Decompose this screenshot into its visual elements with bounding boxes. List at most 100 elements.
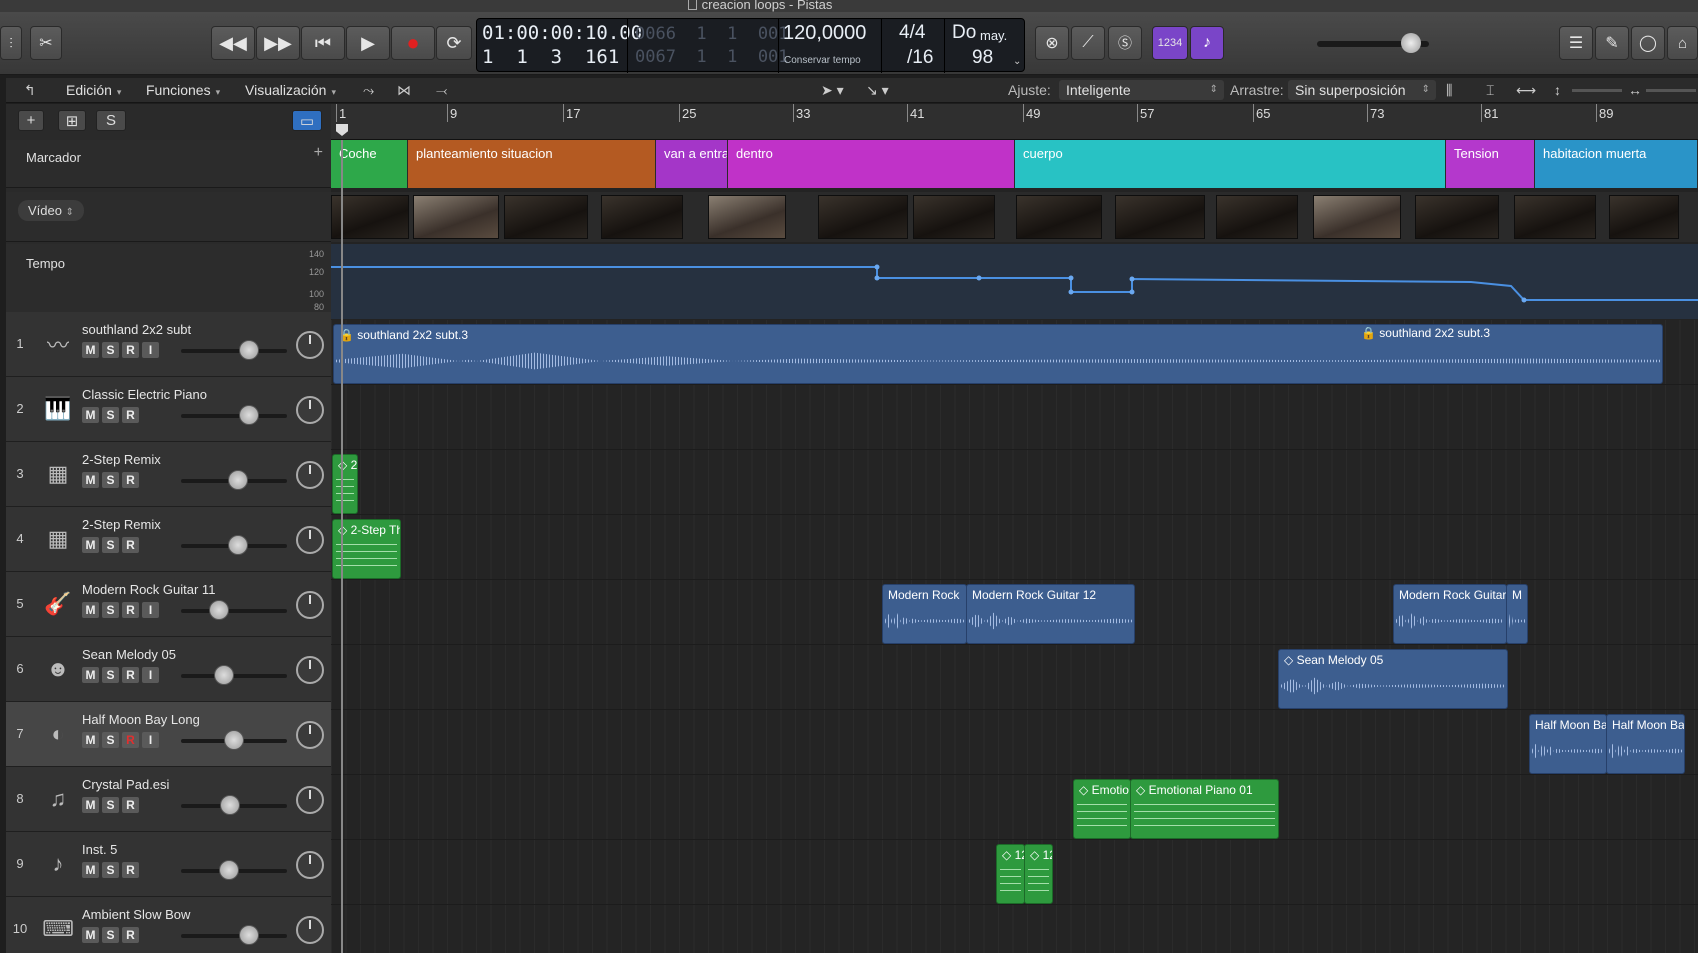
- pan-knob[interactable]: [296, 591, 324, 619]
- record-button[interactable]: ●: [391, 26, 435, 60]
- track-header[interactable]: 2 🎹 Classic Electric Piano M S R: [6, 377, 331, 442]
- track-header[interactable]: 1 〰 southland 2x2 subt M S R I: [6, 312, 331, 377]
- back-arrow-icon[interactable]: ↰: [24, 80, 36, 100]
- track-volume-slider[interactable]: [181, 860, 287, 880]
- midi-region[interactable]: ◇ Emotional Piano 01: [1130, 779, 1279, 839]
- flex-icon[interactable]: ⋈: [397, 80, 411, 100]
- secondary-tool-icon[interactable]: ↘ ▾: [866, 80, 889, 100]
- electric-guitar-icon[interactable]: 🎸: [41, 587, 75, 621]
- video-select[interactable]: Vídeo ⇕: [18, 200, 84, 221]
- pointer-tool-icon[interactable]: ➤ ▾: [821, 80, 844, 100]
- marker[interactable]: dentro: [728, 140, 1014, 188]
- track-mute-button[interactable]: M: [82, 927, 99, 943]
- audio-region[interactable]: Modern Rock Guitar: [1393, 584, 1507, 644]
- master-volume-slider[interactable]: [1317, 33, 1429, 53]
- volume-knob[interactable]: [228, 470, 248, 490]
- midi-region[interactable]: ◇ Emotio: [1073, 779, 1131, 839]
- bar-ruler[interactable]: 1 9 17 25 33 41 49 57 65 73 81 89: [331, 104, 1698, 140]
- add-marker-icon[interactable]: +: [314, 144, 323, 162]
- new-track-icon[interactable]: ⊞: [58, 110, 86, 131]
- vertical-zoom-slider[interactable]: [1572, 89, 1622, 92]
- metronome-icon[interactable]: ♪: [1190, 26, 1224, 60]
- track-header[interactable]: 9 ♪ Inst. 5 MSR: [6, 832, 331, 897]
- volume-knob[interactable]: [209, 600, 229, 620]
- track-name[interactable]: southland 2x2 subt: [82, 322, 191, 337]
- audio-region[interactable]: Half Moon Ba: [1606, 714, 1685, 774]
- track-input-button[interactable]: I: [142, 342, 159, 358]
- track-header[interactable]: 3 ▦ 2-Step Remix M S R: [6, 442, 331, 507]
- tuner-icon[interactable]: ⟋: [1071, 26, 1105, 60]
- lcd-display[interactable]: 01:00:00:10.00 1 1 3 161 0066 1 1 001 00…: [476, 18, 1025, 73]
- marker[interactable]: cuerpo: [1015, 140, 1445, 188]
- track-header[interactable]: 5 🎸 Modern Rock Guitar 11 M S R I: [6, 572, 331, 637]
- tempo-point[interactable]: [874, 275, 880, 281]
- track-solo-button[interactable]: S: [102, 797, 119, 813]
- track-lane[interactable]: [331, 905, 1698, 953]
- volume-knob[interactable]: [228, 535, 248, 555]
- waveform-zoom-icon[interactable]: ⫼: [1446, 80, 1452, 100]
- volume-knob[interactable]: [224, 730, 244, 750]
- track-solo-button[interactable]: S: [102, 862, 119, 878]
- global-tracks-toggle-icon[interactable]: ▭: [292, 110, 322, 131]
- track-record-button[interactable]: R: [122, 472, 139, 488]
- track-record-button[interactable]: R: [122, 797, 139, 813]
- volume-knob[interactable]: [239, 925, 259, 945]
- volume-knob[interactable]: [214, 665, 234, 685]
- pan-knob[interactable]: [296, 721, 324, 749]
- rewind-button[interactable]: ◀◀: [211, 26, 255, 60]
- global-solo-button[interactable]: S: [96, 110, 126, 131]
- track-record-button[interactable]: R: [122, 862, 139, 878]
- track-solo-button[interactable]: S: [102, 667, 119, 683]
- track-name[interactable]: Modern Rock Guitar 11: [82, 582, 215, 597]
- track-volume-slider[interactable]: [181, 470, 287, 490]
- track-lane[interactable]: [331, 515, 1698, 580]
- edit-menu[interactable]: Edición ▾: [66, 82, 121, 98]
- track-record-button[interactable]: R: [122, 342, 139, 358]
- cycle-button[interactable]: ⟳: [436, 26, 472, 60]
- volume-knob[interactable]: [219, 860, 239, 880]
- track-solo-button[interactable]: S: [102, 537, 119, 553]
- track-volume-slider[interactable]: [181, 340, 287, 360]
- pan-knob[interactable]: [296, 786, 324, 814]
- track-solo-button[interactable]: S: [102, 602, 119, 618]
- scissors-icon[interactable]: ✂: [30, 26, 62, 60]
- tempo-point[interactable]: [976, 275, 982, 281]
- track-record-button[interactable]: R: [122, 732, 139, 748]
- track-mute-button[interactable]: M: [82, 862, 99, 878]
- vertical-fit-icon[interactable]: ⌶: [1486, 80, 1494, 100]
- pan-knob[interactable]: [296, 461, 324, 489]
- tempo-point[interactable]: [1129, 289, 1135, 295]
- track-name[interactable]: 2-Step Remix: [82, 452, 161, 467]
- track-name[interactable]: 2-Step Remix: [82, 517, 161, 532]
- audio-region[interactable]: Modern Rock: [882, 584, 967, 644]
- pan-knob[interactable]: [296, 526, 324, 554]
- drum-machine-icon[interactable]: ▦: [41, 522, 75, 556]
- waveform-icon[interactable]: 〰: [41, 327, 75, 361]
- track-mute-button[interactable]: M: [82, 472, 99, 488]
- marker[interactable]: Tension: [1446, 140, 1534, 188]
- volume-knob[interactable]: [239, 340, 259, 360]
- pan-knob[interactable]: [296, 916, 324, 944]
- marker[interactable]: habitacion muerta: [1535, 140, 1697, 188]
- track-header[interactable]: 7 ◐ Half Moon Bay Long M S R I: [6, 702, 331, 767]
- marker[interactable]: van a entrar: [656, 140, 727, 188]
- track-mute-button[interactable]: M: [82, 537, 99, 553]
- count-in-button[interactable]: 1234: [1152, 26, 1188, 60]
- add-track-button[interactable]: +: [18, 110, 44, 131]
- track-name[interactable]: Crystal Pad.esi: [82, 777, 169, 792]
- audio-region[interactable]: M: [1506, 584, 1528, 644]
- snap-select[interactable]: Inteligente ⇕: [1059, 80, 1224, 100]
- audio-region[interactable]: Modern Rock Guitar 12: [966, 584, 1135, 644]
- track-solo-button[interactable]: S: [102, 927, 119, 943]
- volume-knob[interactable]: [220, 795, 240, 815]
- horizontal-zoom-slider[interactable]: [1646, 89, 1696, 92]
- track-header[interactable]: 10 ⌨ Ambient Slow Bow M S R: [6, 897, 331, 953]
- track-lane[interactable]: [331, 775, 1698, 840]
- track-volume-slider[interactable]: [181, 405, 287, 425]
- track-header[interactable]: 8 ♫ Crystal Pad.esi M S R: [6, 767, 331, 832]
- track-header[interactable]: 6 ☻ Sean Melody 05 M S R I: [6, 637, 331, 702]
- replace-icon[interactable]: ⊗: [1035, 26, 1069, 60]
- speaker-icon[interactable]: ◐: [41, 717, 75, 751]
- play-button[interactable]: ▶: [346, 26, 390, 60]
- audio-region[interactable]: ◇ Sean Melody 05: [1278, 649, 1508, 709]
